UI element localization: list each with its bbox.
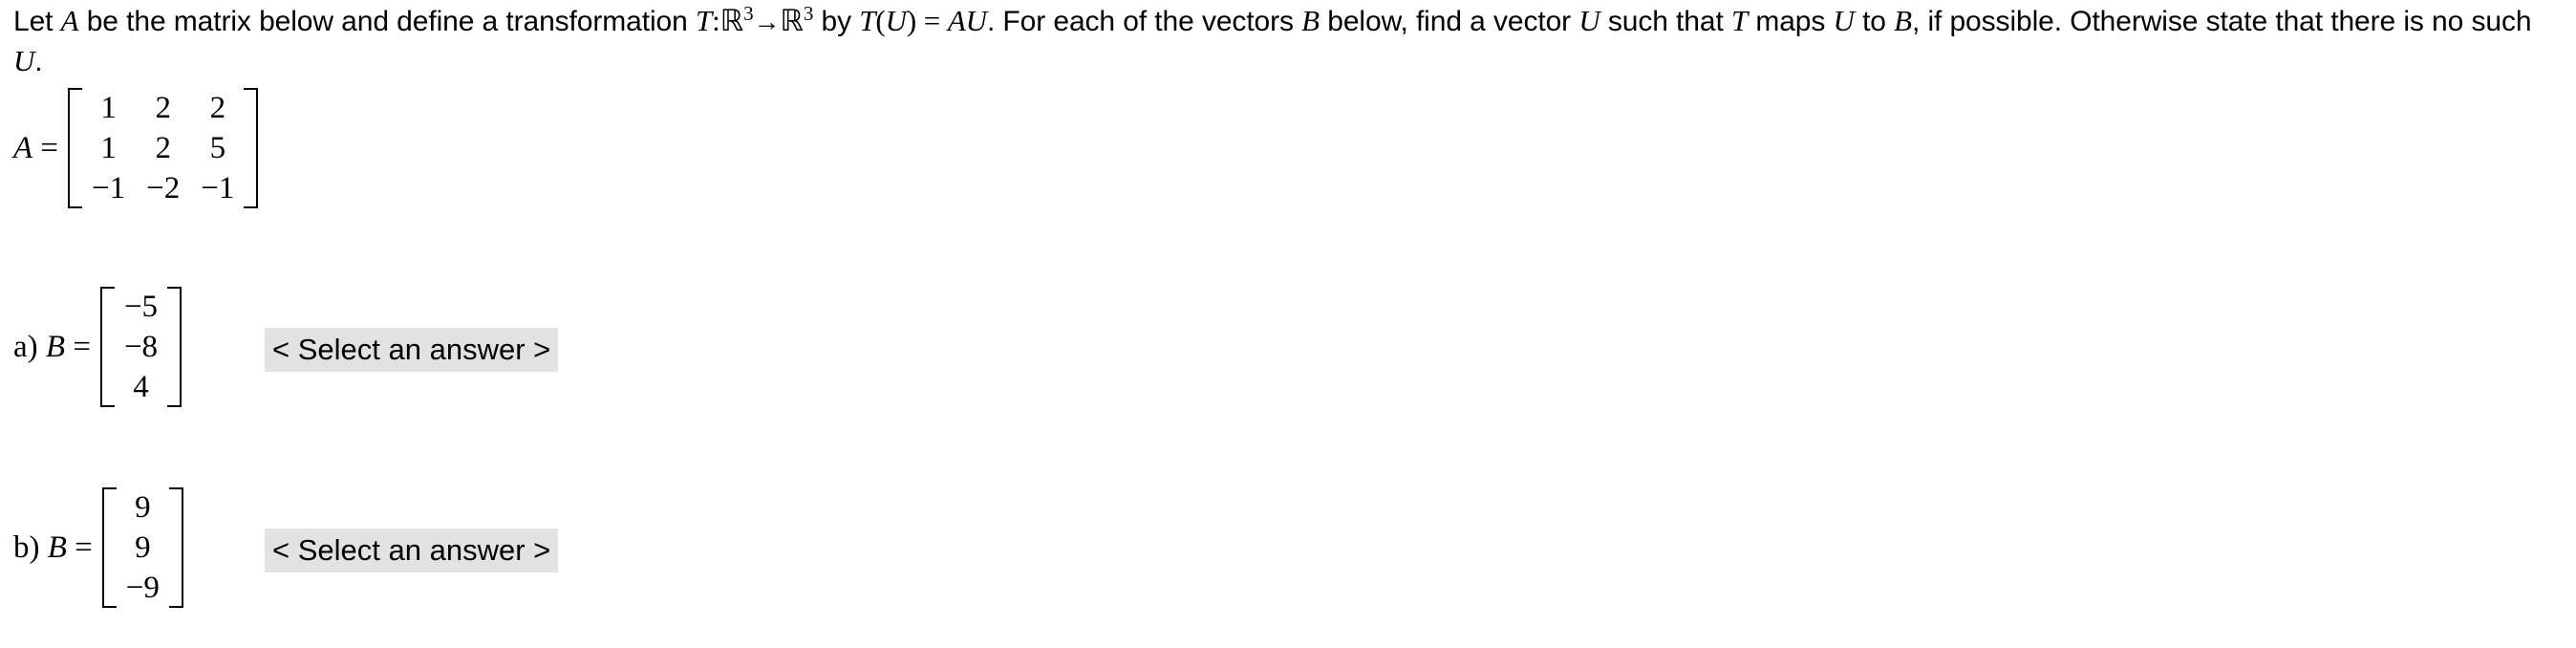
- matrix-A-cell-r2c1: −2: [146, 171, 181, 205]
- part-a-vector-cell-0: −5: [123, 290, 159, 324]
- variable-T-applied: T: [859, 4, 876, 37]
- matrix-A-cell-r0c2: 2: [209, 91, 226, 125]
- part-b-vector-brackets: 9 9 −9: [101, 487, 184, 608]
- matrix-A-cell-r2c2: −1: [201, 171, 235, 205]
- part-a-label: a) B =: [13, 330, 100, 365]
- problem-page: Let A be the matrix below and define a t…: [0, 0, 2576, 648]
- matrix-A-brackets: 1 2 2 1 2 5 −1 −2 −1: [68, 88, 259, 208]
- table-row: 9: [116, 528, 170, 568]
- table-row: 1 2 5: [81, 128, 245, 168]
- part-a-answer-select[interactable]: < Select an answer >: [265, 328, 559, 372]
- paren-close: ): [906, 4, 917, 37]
- matrix-A-cell-r2c0: −1: [92, 171, 126, 205]
- matrix-A-label-eq: =: [32, 130, 59, 165]
- matrix-A-label: A =: [13, 131, 68, 166]
- matrix-A-cell-r1c0: 1: [100, 131, 117, 165]
- statement-text-6: such that: [1599, 6, 1731, 37]
- statement-text-4: . For each of the vectors: [986, 6, 1302, 37]
- part-a-vector-cell-1: −8: [123, 330, 159, 364]
- part-b-block: b) B = 9 9 −9: [13, 487, 184, 608]
- variable-U-inline-2: U: [1578, 4, 1600, 37]
- statement-text-8: to: [1854, 6, 1895, 37]
- matrix-A-label-var: A: [13, 130, 33, 165]
- variable-A-inline: A: [60, 4, 79, 37]
- matrix-A-block: A = 1 2 2 1 2 5 −1 −2 −1: [13, 88, 259, 208]
- statement-text-9: , if possible. Otherwise state that ther…: [1911, 6, 2532, 37]
- exponent-codomain: 3: [803, 2, 814, 25]
- variable-T-inline-3: T: [1730, 4, 1749, 37]
- table-row: −9: [116, 568, 170, 608]
- statement-text-1: Let: [13, 6, 61, 37]
- part-b-label: b) B =: [13, 530, 102, 566]
- paren-open: (: [875, 4, 886, 37]
- part-a-vector-cell-2: 4: [133, 370, 149, 404]
- problem-statement: Let A be the matrix below and define a t…: [13, 2, 2566, 81]
- reals-symbol-codomain: ℝ: [780, 4, 804, 37]
- part-a-block: a) B = −5 −8 4: [13, 287, 182, 407]
- reals-symbol-domain: ℝ: [719, 4, 744, 37]
- matrix-A-cell-r0c0: 1: [100, 91, 117, 125]
- part-b-vector-var: B: [47, 529, 67, 565]
- expression-AU: AU: [947, 4, 987, 37]
- variable-B-inline-2: B: [1894, 4, 1912, 37]
- table-row: 9: [116, 487, 170, 528]
- statement-text-10: .: [34, 46, 43, 77]
- part-a-vector-var: B: [45, 329, 66, 364]
- matrix-A-cell-r0c1: 2: [155, 91, 171, 125]
- part-a-vector-table: −5 −8 4: [114, 287, 168, 407]
- part-b-answer-select[interactable]: < Select an answer >: [265, 529, 559, 572]
- variable-U-inline-3: U: [1833, 4, 1855, 37]
- variable-B-inline: B: [1301, 4, 1320, 37]
- part-b-vector-cell-1: 9: [135, 530, 151, 565]
- table-row: −5: [114, 287, 168, 327]
- table-row: −8: [114, 327, 168, 367]
- matrix-A-table: 1 2 2 1 2 5 −1 −2 −1: [81, 88, 245, 208]
- statement-text-5: below, find a vector: [1320, 6, 1579, 37]
- matrix-A-cell-r1c2: 5: [209, 131, 226, 165]
- part-a-vector-brackets: −5 −8 4: [99, 287, 182, 407]
- part-b-vector-cell-0: 9: [135, 490, 151, 525]
- part-b-letter: b): [13, 529, 48, 565]
- table-row: −1 −2 −1: [81, 168, 245, 208]
- statement-text-7: maps: [1748, 6, 1834, 37]
- statement-text-3: by: [813, 6, 860, 37]
- maps-to-arrow-icon: →: [753, 8, 781, 37]
- variable-U-inline-4: U: [13, 44, 35, 77]
- equals-sign: =: [916, 4, 948, 37]
- colon-glyph: :: [712, 4, 720, 37]
- table-row: 4: [114, 367, 168, 407]
- part-b-vector-table: 9 9 −9: [116, 487, 170, 608]
- part-b-eq: =: [66, 529, 93, 565]
- table-row: 1 2 2: [81, 88, 245, 128]
- variable-U-arg: U: [885, 4, 907, 37]
- part-a-letter: a): [13, 329, 46, 364]
- exponent-domain: 3: [743, 2, 754, 25]
- part-b-vector-cell-2: −9: [125, 571, 160, 605]
- statement-text-2: be the matrix below and define a transfo…: [78, 6, 696, 37]
- variable-T-inline: T: [695, 4, 713, 37]
- part-a-eq: =: [65, 329, 91, 364]
- matrix-A-cell-r1c1: 2: [155, 131, 171, 165]
